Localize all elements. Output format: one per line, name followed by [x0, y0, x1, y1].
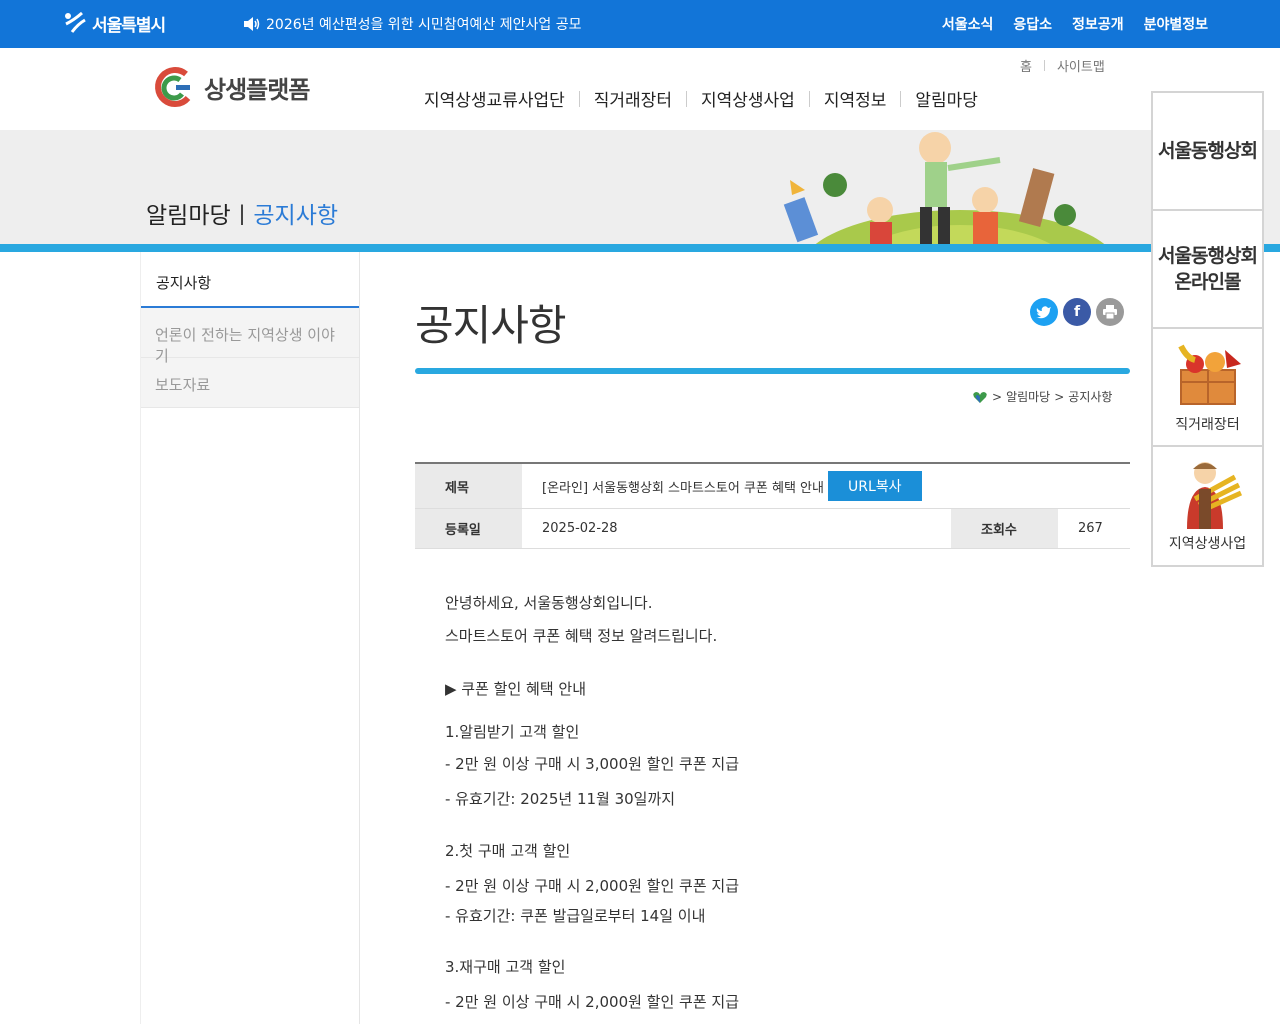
- home-link[interactable]: 홈: [1020, 56, 1032, 75]
- body-line: - 2만 원 이상 구매 시 2,000원 할인 쿠폰 지급: [445, 877, 740, 895]
- banner-divider: |: [238, 201, 246, 225]
- seoul-logo-text: 서울특별시: [92, 15, 166, 36]
- body-line: 3.재구매 고객 할인: [445, 958, 566, 976]
- speaker-icon: [244, 17, 260, 31]
- page-title: 공지사항: [415, 301, 567, 350]
- body-line: - 2만 원 이상 구매 시 2,000원 할인 쿠폰 지급: [445, 993, 740, 1011]
- banner-stripe: [0, 244, 1280, 252]
- breadcrumb-separator: >: [992, 389, 1003, 404]
- breadcrumb: > 알림마당 > 공지사항: [972, 388, 1112, 405]
- body-line: 2.첫 구매 고객 할인: [445, 842, 571, 860]
- side-menu-current[interactable]: 공지사항: [141, 252, 359, 308]
- content-title-line: [415, 368, 1130, 374]
- top-bar: 서울특별시 2026년 예산편성을 위한 시민참여예산 제안사업 공모 서울소식…: [0, 0, 1280, 48]
- share-buttons: f: [1030, 298, 1124, 326]
- banner-title: 알림마당 | 공지사항: [146, 196, 338, 230]
- seoul-city-logo[interactable]: 서울특별시: [62, 10, 166, 36]
- nav-item-projects[interactable]: 지역상생사업: [687, 86, 809, 111]
- side-menu: 공지사항 언론이 전하는 지역상생 이야기 보도자료: [140, 252, 360, 1024]
- breadcrumb-section[interactable]: 알림마당: [1006, 388, 1050, 405]
- body-line: - 2만 원 이상 구매 시 3,000원 할인 쿠폰 지급: [445, 755, 740, 773]
- top-link-fields[interactable]: 분야별정보: [1144, 14, 1208, 34]
- body-line: - 유효기간: 쿠폰 발급일로부터 14일 이내: [445, 907, 706, 925]
- seoul-logo-icon: [65, 11, 86, 33]
- post-meta-table: 제목 [온라인] 서울동행상회 스마트스토어 쿠폰 혜택 안내 URL복사 등록…: [415, 462, 1130, 549]
- post-views: 267: [1078, 521, 1103, 536]
- util-divider: [1043, 60, 1045, 71]
- quick-menu: 서울동행상회 서울동행상회 온라인몰 직거래장터 지역상생사업: [1151, 91, 1264, 567]
- banner-illustration: [783, 132, 1113, 252]
- nav-item-region[interactable]: 지역정보: [810, 86, 901, 111]
- breadcrumb-current: 공지사항: [1068, 390, 1113, 404]
- side-submenu: 언론이 전하는 지역상생 이야기 보도자료: [141, 308, 359, 408]
- notice-ticker[interactable]: 2026년 예산편성을 위한 시민참여예산 제안사업 공모: [242, 14, 581, 34]
- twitter-icon[interactable]: [1030, 298, 1058, 326]
- post-date: 2025-02-28: [542, 521, 618, 536]
- banner-current: 공지사항: [253, 203, 339, 229]
- farmer-icon: [1186, 462, 1242, 529]
- quick-item-online-mall[interactable]: 서울동행상회 온라인몰: [1153, 211, 1262, 329]
- sangsaeng-logo-icon: [155, 67, 191, 107]
- top-link-response[interactable]: 응답소: [1013, 14, 1052, 34]
- url-copy-button[interactable]: URL복사: [827, 471, 922, 501]
- date-label: 등록일: [415, 509, 522, 548]
- sitemap-link[interactable]: 사이트맵: [1057, 56, 1105, 75]
- quick-item-projects[interactable]: 지역상생사업: [1153, 447, 1262, 565]
- produce-basket-icon: [1177, 344, 1241, 405]
- utility-links: 홈 사이트맵: [1020, 56, 1105, 75]
- home-icon[interactable]: [972, 390, 988, 404]
- facebook-icon[interactable]: f: [1063, 298, 1091, 326]
- quick-item-label: 지역상생사업: [1168, 536, 1247, 552]
- side-item-press-release[interactable]: 보도자료: [141, 358, 359, 408]
- print-icon[interactable]: [1096, 298, 1124, 326]
- side-item-press-stories[interactable]: 언론이 전하는 지역상생 이야기: [141, 308, 359, 365]
- sub-banner: 알림마당 | 공지사항: [0, 130, 1280, 252]
- body-line: 1.알림받기 고객 할인: [445, 723, 580, 741]
- banner-section: 알림마당: [146, 203, 231, 229]
- meta-row-info: 등록일 2025-02-28 조회수 267: [415, 509, 1130, 549]
- body-line: 안녕하세요, 서울동행상회입니다.: [445, 594, 653, 612]
- top-link-news[interactable]: 서울소식: [942, 14, 994, 34]
- top-links: 서울소식 응답소 정보공개 분야별정보: [942, 14, 1208, 34]
- quick-item-label: 서울동행상회: [1158, 140, 1258, 162]
- quick-item-label: 직거래장터: [1175, 417, 1240, 433]
- views-label: 조회수: [951, 509, 1058, 548]
- post-subject: [온라인] 서울동행상회 스마트스토어 쿠폰 혜택 안내: [542, 480, 824, 496]
- nav-item-notice[interactable]: 알림마당: [901, 86, 992, 111]
- quick-item-label: 서울동행상회 온라인몰: [1158, 245, 1258, 293]
- main-nav: 지역상생교류사업단 직거래장터 지역상생사업 지역정보 알림마당: [410, 86, 992, 111]
- nav-item-exchange[interactable]: 지역상생교류사업단: [410, 86, 579, 111]
- subject-label: 제목: [415, 464, 522, 508]
- body-line: - 유효기간: 2025년 11월 30일까지: [445, 790, 676, 808]
- body-line: ▶ 쿠폰 할인 혜택 안내: [445, 680, 587, 698]
- breadcrumb-separator: >: [1054, 389, 1065, 404]
- subject-cell: [온라인] 서울동행상회 스마트스토어 쿠폰 혜택 안내 URL복사: [522, 464, 922, 508]
- quick-item-market[interactable]: 직거래장터: [1153, 329, 1262, 447]
- site-logo-text: 상생플랫폼: [204, 75, 310, 104]
- quick-item-store[interactable]: 서울동행상회: [1153, 93, 1262, 211]
- site-logo[interactable]: 상생플랫폼: [150, 64, 310, 110]
- body-line: 스마트스토어 쿠폰 혜택 정보 알려드립니다.: [445, 627, 718, 645]
- top-link-disclosure[interactable]: 정보공개: [1072, 14, 1124, 34]
- meta-row-subject: 제목 [온라인] 서울동행상회 스마트스토어 쿠폰 혜택 안내 URL복사: [415, 464, 1130, 509]
- nav-item-market[interactable]: 직거래장터: [580, 86, 686, 111]
- notice-text: 2026년 예산편성을 위한 시민참여예산 제안사업 공모: [266, 17, 582, 33]
